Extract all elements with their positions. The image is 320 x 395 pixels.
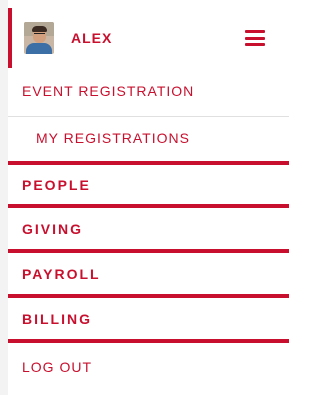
divider <box>8 339 289 343</box>
menu-item-giving[interactable]: GIVING <box>0 221 281 243</box>
menu-item-label: LOG OUT <box>22 359 93 375</box>
divider <box>8 294 289 298</box>
avatar[interactable] <box>24 22 54 54</box>
user-name[interactable]: ALEX <box>71 30 245 46</box>
menu-item-label: PEOPLE <box>22 177 91 193</box>
menu-item-label: MY REGISTRATIONS <box>36 130 190 146</box>
hamburger-icon[interactable] <box>245 30 265 46</box>
user-header: ALEX <box>8 8 281 68</box>
divider <box>8 116 289 117</box>
menu-item-label: EVENT REGISTRATION <box>22 83 195 99</box>
menu-item-label: GIVING <box>22 221 84 237</box>
menu-item-label: BILLING <box>22 311 92 327</box>
divider <box>8 204 289 208</box>
divider <box>8 249 289 253</box>
menu-item-log-out[interactable]: LOG OUT <box>0 359 281 381</box>
nav-drawer: ALEX EVENT REGISTRATION MY REGISTRATIONS… <box>0 0 289 395</box>
divider <box>8 161 289 165</box>
menu-item-billing[interactable]: BILLING <box>0 311 281 333</box>
menu-item-people[interactable]: PEOPLE <box>0 177 281 199</box>
menu-item-my-registrations[interactable]: MY REGISTRATIONS <box>0 130 281 152</box>
menu-item-payroll[interactable]: PAYROLL <box>0 266 281 288</box>
menu-item-label: PAYROLL <box>22 266 101 282</box>
menu-item-event-registration[interactable]: EVENT REGISTRATION <box>0 83 281 105</box>
